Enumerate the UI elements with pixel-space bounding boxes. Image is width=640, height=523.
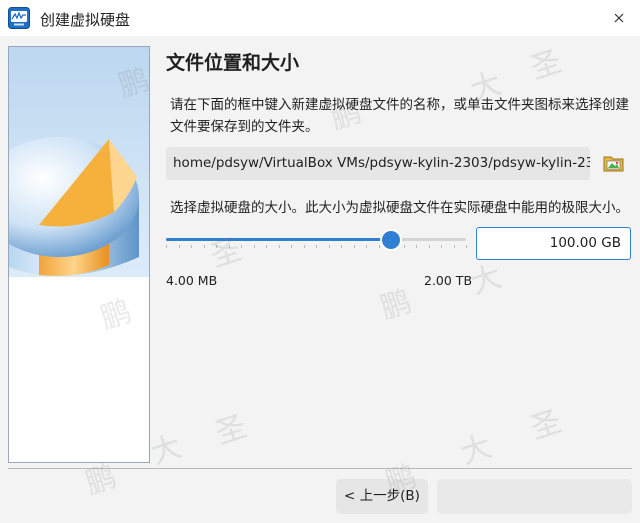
slider-tick (454, 245, 455, 248)
slider-tick (404, 245, 405, 248)
watermark-char: 鹏 (376, 284, 416, 327)
watermark-char: 圣 (211, 409, 251, 452)
slider-tick (266, 245, 267, 248)
size-description: 选择虚拟硬盘的大小。此大小为虚拟硬盘文件在实际硬盘中能用的极限大小。 (170, 200, 629, 216)
slider-tick (379, 245, 380, 248)
hard-disk-illustration (9, 47, 149, 462)
slider-tick (341, 245, 342, 248)
slider-tick (229, 245, 230, 248)
choose-folder-button[interactable] (602, 152, 626, 174)
close-icon (614, 13, 624, 23)
size-slider[interactable] (166, 230, 467, 250)
slider-tick (304, 245, 305, 248)
slider-tick (466, 245, 467, 248)
slider-tick (191, 245, 192, 248)
slider-ticks (166, 245, 467, 249)
file-path-input[interactable]: home/pdsyw/VirtualBox VMs/pdsyw-kylin-23… (166, 147, 590, 180)
slider-tick (416, 245, 417, 248)
slider-tick (166, 245, 167, 248)
max-size-label: 2.00 TB (424, 273, 473, 288)
folder-picture-icon (603, 156, 624, 172)
back-button[interactable]: < 上一步(B) (336, 479, 428, 514)
slider-tick (254, 245, 255, 248)
slider-fill (166, 238, 391, 241)
slider-tick (204, 245, 205, 248)
slider-thumb[interactable] (382, 231, 400, 249)
slider-tick (354, 245, 355, 248)
wizard-side-image (8, 46, 150, 463)
min-size-label: 4.00 MB (166, 273, 218, 288)
footer-divider (8, 468, 632, 469)
slider-tick (241, 245, 242, 248)
virtualbox-app-icon (8, 7, 30, 29)
close-button[interactable] (606, 6, 632, 30)
page-heading: 文件位置和大小 (166, 52, 300, 74)
slider-tick (216, 245, 217, 248)
watermark-char: 圣 (526, 404, 566, 447)
slider-tick (329, 245, 330, 248)
watermark-char: 大 (456, 429, 496, 472)
page-description: 请在下面的框中键入新建虚拟硬盘文件的名称，或单击文件夹图标来选择创建文件要保存到… (170, 97, 629, 135)
slider-tick (291, 245, 292, 248)
title-bar: 创建虚拟硬盘 (0, 0, 640, 36)
next-button[interactable] (437, 479, 632, 514)
slider-tick (179, 245, 180, 248)
slider-tick (316, 245, 317, 248)
slider-tick (279, 245, 280, 248)
watermark-char: 圣 (526, 44, 566, 87)
size-input[interactable]: 100.00 GB (476, 227, 631, 260)
slider-tick (429, 245, 430, 248)
watermark-char: 大 (146, 429, 186, 472)
window-title: 创建虚拟硬盘 (40, 11, 131, 29)
slider-tick (366, 245, 367, 248)
slider-tick (441, 245, 442, 248)
